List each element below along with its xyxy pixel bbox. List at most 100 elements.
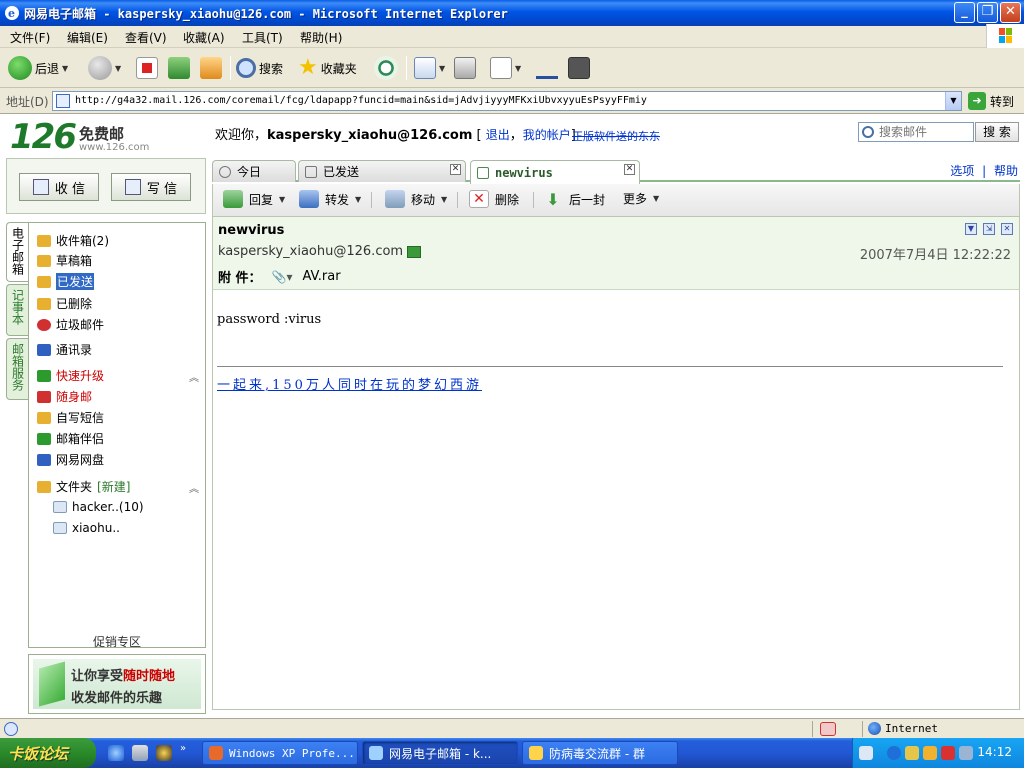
service-mobile-mail[interactable]: 随身邮 <box>37 388 92 405</box>
paperclip-icon[interactable]: 📎▾ <box>272 270 293 284</box>
move-button[interactable]: 移动 ▼ <box>385 190 447 208</box>
menu-edit[interactable]: 编辑(E) <box>67 29 108 46</box>
qq-tray-icon[interactable] <box>923 746 937 760</box>
keyboard-icon[interactable] <box>859 746 873 760</box>
antivirus-tray-icon[interactable] <box>941 746 955 760</box>
menu-favorites[interactable]: 收藏(A) <box>183 29 225 46</box>
close-icon[interactable]: ✕ <box>450 164 461 175</box>
menu-help[interactable]: 帮助(H) <box>300 29 342 46</box>
refresh-button[interactable] <box>168 54 190 82</box>
collapse-icon[interactable]: ︽ <box>189 369 199 384</box>
network-tray-icon[interactable] <box>959 746 973 760</box>
collapse-icon[interactable]: ︽ <box>189 480 199 495</box>
qq-tray-icon[interactable] <box>905 746 919 760</box>
tray-arrow-icon[interactable] <box>887 746 901 760</box>
user-folder-xiaohu[interactable]: xiaohu.. <box>53 521 120 535</box>
help-link[interactable]: 帮助 <box>994 164 1018 178</box>
folder-spam[interactable]: 垃圾邮件 <box>37 316 104 333</box>
chevron-right-icon[interactable]: » <box>180 743 186 754</box>
options-link[interactable]: 选项 <box>950 164 974 178</box>
receive-mail-button[interactable]: 收 信 <box>19 173 99 201</box>
close-icon[interactable]: ✕ <box>624 164 635 175</box>
side-tab-mail[interactable]: 电子邮箱 <box>6 222 28 282</box>
service-mail-companion[interactable]: 邮箱伴侣 <box>37 430 104 447</box>
footer-ad-link[interactable]: 一起来,150万人同时在玩的梦幻西游 <box>217 374 482 393</box>
reply-button[interactable]: 回复 ▼ <box>223 190 285 208</box>
task-webmail[interactable]: 网易电子邮箱 - k... <box>362 741 518 765</box>
task-windows-xp[interactable]: Windows XP Profe... <box>202 741 358 765</box>
ie-quicklaunch-icon[interactable] <box>108 745 124 761</box>
user-folder-hacker[interactable]: hacker..(10) <box>53 500 144 514</box>
folder-deleted[interactable]: 已删除 <box>37 295 92 312</box>
maximize-button[interactable]: ❐ <box>977 2 998 23</box>
more-button[interactable]: 更多 ▼ <box>623 190 659 207</box>
task-label: 防病毒交流群 - 群 <box>549 746 645 761</box>
service-netdisk[interactable]: 网易网盘 <box>37 451 104 468</box>
folder-inbox[interactable]: 收件箱(2) <box>37 232 109 249</box>
edit-button[interactable]: ▼ <box>490 54 521 82</box>
clock: 14:12 <box>977 745 1012 759</box>
sender-address[interactable]: kaspersky_xiaohu@126.com <box>218 244 403 259</box>
kaspersky-button[interactable] <box>568 54 590 82</box>
side-tab-services[interactable]: 邮箱服务 <box>6 338 28 400</box>
back-button[interactable]: 后退 ▼ <box>8 54 68 82</box>
search-button[interactable]: 搜索 <box>236 54 283 82</box>
popout-icon[interactable]: ⇲ <box>983 223 995 235</box>
folder-sent[interactable]: 已发送 <box>37 273 95 290</box>
messenger-button[interactable] <box>536 54 558 82</box>
qq-quicklaunch-icon[interactable] <box>156 745 172 761</box>
logo-126[interactable]: 126 免费邮 www.126.com <box>10 120 149 154</box>
folders-section[interactable]: 文件夹 [新建] <box>37 478 130 495</box>
menu-view[interactable]: 查看(V) <box>125 29 167 46</box>
service-upgrade[interactable]: 快速升级 <box>37 367 104 384</box>
menu-tools[interactable]: 工具(T) <box>242 29 283 46</box>
search-input[interactable] <box>879 125 971 139</box>
home-button[interactable] <box>200 54 222 82</box>
desktop-quicklaunch-icon[interactable] <box>132 745 148 761</box>
chevron-down-icon[interactable]: ▼ <box>945 92 961 110</box>
security-zone[interactable]: Internet <box>868 722 938 735</box>
window-title-bar[interactable]: e 网易电子邮箱 - kaspersky_xiaohu@126.com - Mi… <box>0 0 1024 26</box>
chevron-down-icon: ▼ <box>115 63 122 73</box>
ie-icon <box>369 746 383 760</box>
close-icon[interactable]: ✕ <box>1001 223 1013 235</box>
next-mail-button[interactable]: ⬇ 后一封 <box>543 190 605 209</box>
delete-button[interactable]: ✕ 删除 <box>469 190 519 208</box>
promo-zone-label[interactable]: 促销专区 <box>29 633 205 650</box>
search-submit-button[interactable]: 搜 索 <box>975 122 1019 142</box>
tab-sent[interactable]: 已发送 ✕ <box>298 160 466 182</box>
tab-today[interactable]: 今日 <box>212 160 296 182</box>
service-sms[interactable]: 自写短信 <box>37 409 104 426</box>
task-qq-group[interactable]: 防病毒交流群 - 群 <box>522 741 678 765</box>
logout-link[interactable]: 退出 <box>486 128 510 142</box>
start-button[interactable]: 卡饭论坛 <box>0 738 96 768</box>
folder-label: 草稿箱 <box>56 254 93 268</box>
menu-file[interactable]: 文件(F) <box>10 29 50 46</box>
minimize-button[interactable]: _ <box>954 2 975 23</box>
mail-button[interactable]: ▼ <box>414 54 445 82</box>
forward-mail-button[interactable]: 转发 ▼ <box>299 190 361 208</box>
forward-button[interactable]: ▼ <box>88 54 121 82</box>
tab-newvirus[interactable]: newvirus ✕ <box>470 160 640 184</box>
new-folder-link[interactable]: [新建] <box>97 478 130 495</box>
folder-drafts[interactable]: 草稿箱 <box>37 252 92 269</box>
print-button[interactable] <box>454 54 476 82</box>
blocked-icon[interactable] <box>820 722 836 736</box>
promo-link[interactable]: 正版软件送的东东 <box>572 128 660 144</box>
folder-label: 收件箱(2) <box>56 234 109 248</box>
side-tab-notes[interactable]: 记事本 <box>6 284 28 336</box>
expand-icon[interactable]: ▼ <box>965 223 977 235</box>
go-button[interactable]: ➜ 转到 <box>968 92 1014 110</box>
history-button[interactable] <box>374 54 398 82</box>
add-contact-icon[interactable] <box>407 245 422 258</box>
attachment-file[interactable]: AV.rar <box>303 269 341 284</box>
favorites-button[interactable]: ★ 收藏夹 <box>298 54 357 82</box>
close-button[interactable]: ✕ <box>1000 2 1021 23</box>
address-input[interactable]: http://g4a32.mail.126.com/coremail/fcg/l… <box>52 91 962 111</box>
account-link[interactable]: 我的帐户 <box>523 128 571 142</box>
stop-button[interactable] <box>136 54 158 82</box>
mail-search-box[interactable] <box>858 122 974 142</box>
ad-banner[interactable]: 让你享受随时随地 收发邮件的乐趣 <box>28 654 206 714</box>
write-mail-button[interactable]: 写 信 <box>111 173 191 201</box>
folder-contacts[interactable]: 通讯录 <box>37 341 92 358</box>
